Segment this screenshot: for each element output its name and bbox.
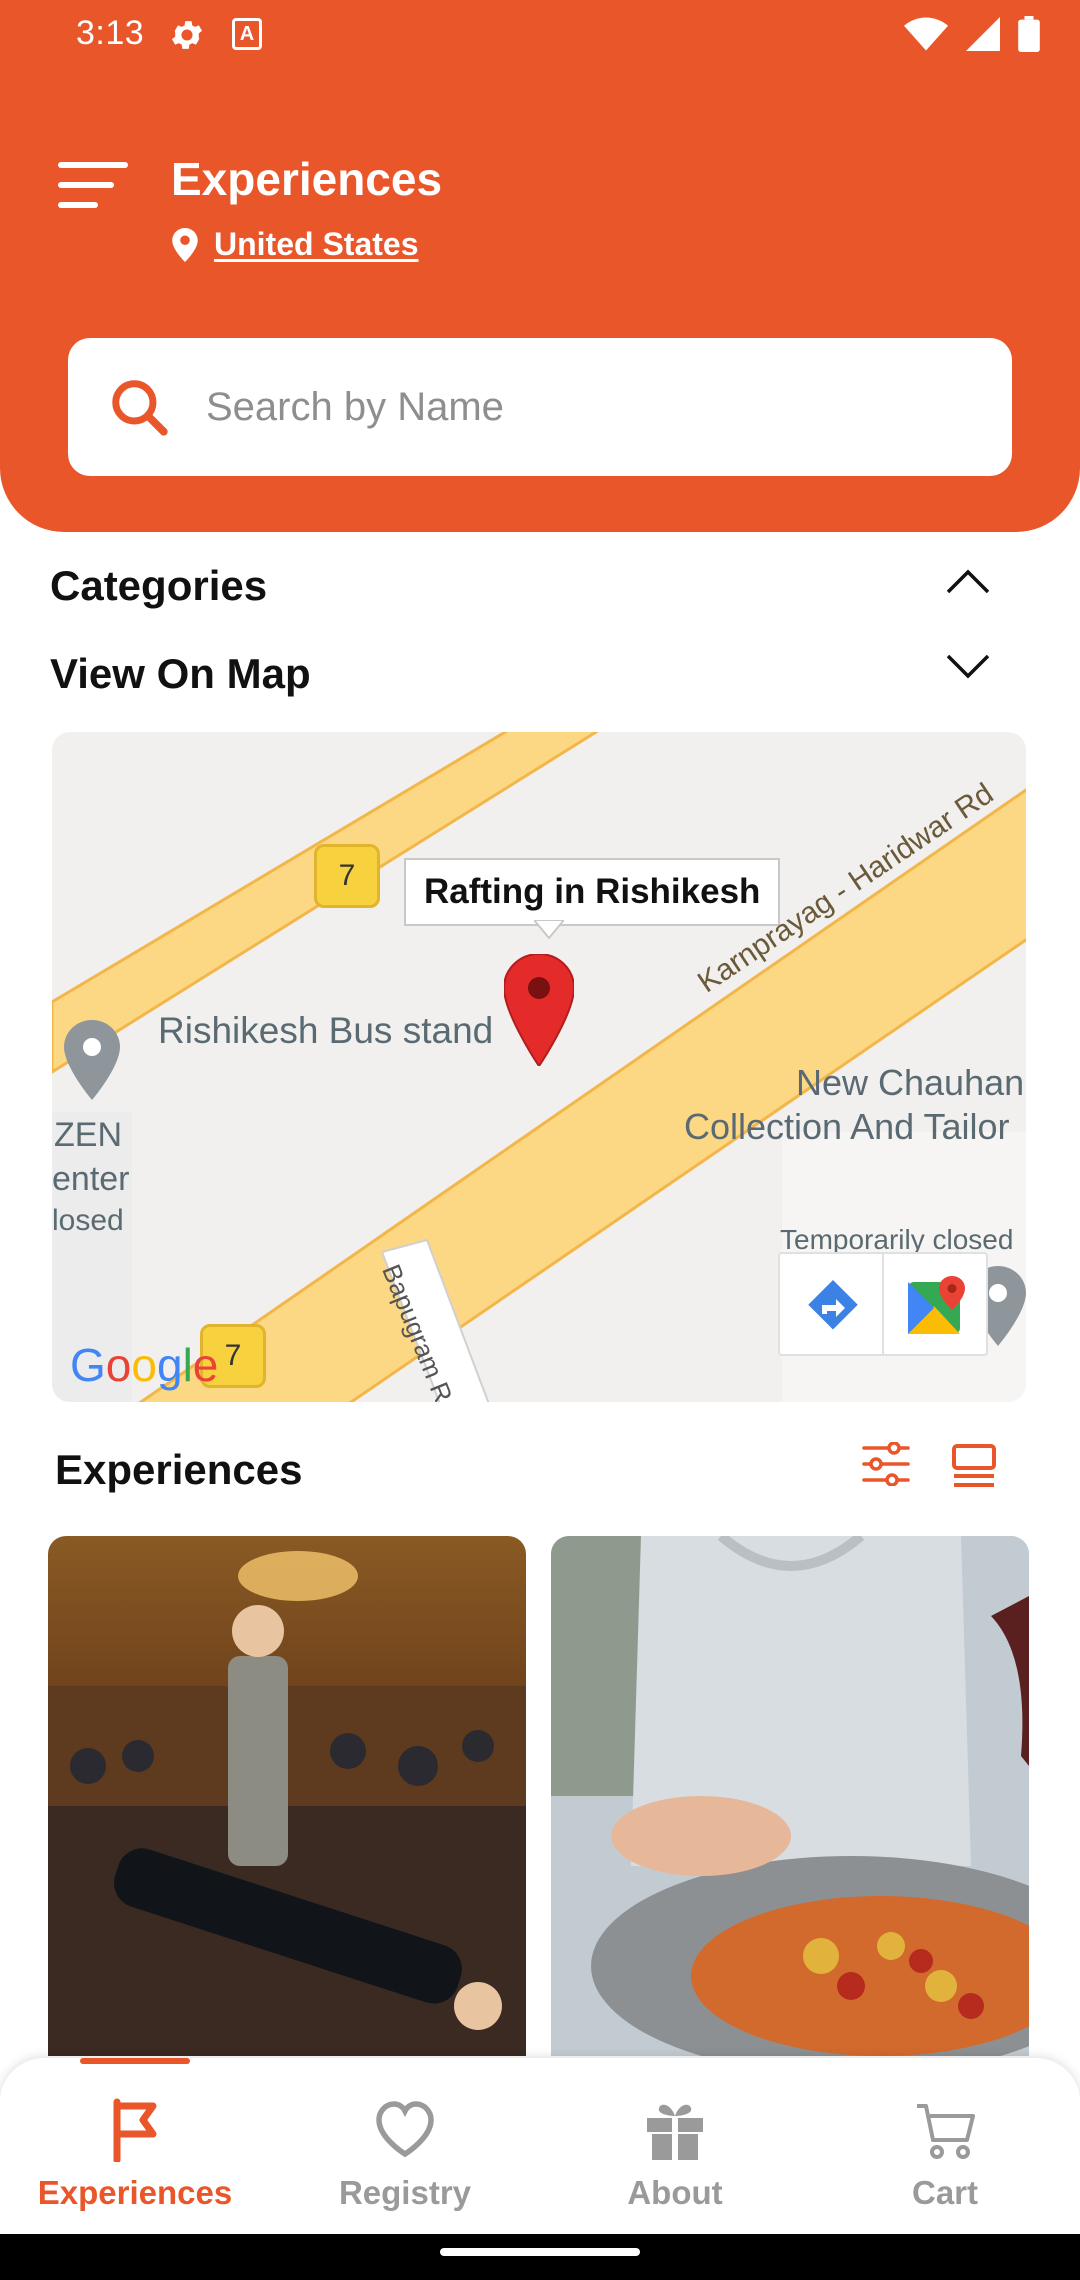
battery-icon	[1018, 16, 1040, 52]
cart-icon	[917, 2104, 975, 2159]
map-marker-icon[interactable]	[504, 954, 574, 1066]
header: 3:13 A Experiences United States	[0, 0, 1080, 532]
status-icons	[904, 16, 1040, 52]
map-label-zen-2: enter	[52, 1160, 130, 1198]
marker-callout[interactable]: Rafting in Rishikesh	[404, 858, 781, 926]
location-pin-icon	[172, 227, 198, 262]
nav-label: Cart	[911, 2174, 979, 2211]
directions-button[interactable]	[778, 1252, 884, 1356]
gift-icon	[647, 2104, 703, 2160]
page-title: Experiences	[171, 153, 443, 205]
menu-icon[interactable]	[58, 162, 128, 212]
nav-active-indicator	[80, 2058, 190, 2064]
location-text: United States	[214, 226, 419, 262]
status-time: 3:13	[76, 14, 145, 52]
system-nav-bar	[0, 2234, 1080, 2280]
map-label-bus-stand: Rishikesh Bus stand	[158, 1010, 494, 1051]
filter-icon[interactable]	[862, 1442, 910, 1486]
experience-card-image[interactable]	[551, 1536, 1029, 2056]
pizza-photo	[551, 1536, 1029, 2056]
search-icon	[112, 380, 168, 436]
flag-icon	[113, 2098, 157, 2162]
map-label-shop-1: New Chauhan	[796, 1062, 1025, 1103]
nav-about[interactable]: About	[540, 2058, 810, 2234]
map-label-zen-3: losed	[52, 1204, 124, 1237]
view-on-map-heading[interactable]: View On Map	[50, 650, 311, 698]
experience-card-image[interactable]	[48, 1536, 526, 2056]
search-bar[interactable]	[68, 338, 1012, 476]
list-view-icon[interactable]	[950, 1444, 998, 1488]
route-shield-top: 7	[314, 844, 380, 908]
callout-pointer	[534, 920, 564, 940]
open-in-maps-button[interactable]	[882, 1252, 988, 1356]
google-logo: Google	[70, 1339, 219, 1391]
google-maps-icon	[908, 1276, 965, 1334]
experiences-heading: Experiences	[55, 1446, 303, 1493]
chevron-down-icon[interactable]	[944, 652, 992, 682]
map-label-zen-1: ZEN	[54, 1116, 122, 1154]
signal-icon	[966, 17, 1000, 51]
map-label-shop-2: Collection And Tailor	[684, 1106, 1010, 1147]
home-handle[interactable]	[440, 2248, 640, 2256]
search-input[interactable]	[206, 368, 966, 446]
nav-cart[interactable]: Cart	[810, 2058, 1080, 2234]
nav-registry[interactable]: Registry	[270, 2058, 540, 2234]
wifi-icon	[904, 17, 948, 51]
status-bar: 3:13 A	[0, 0, 1080, 70]
heart-icon	[376, 2101, 434, 2158]
nav-experiences[interactable]: Experiences	[0, 2058, 270, 2234]
chevron-up-icon[interactable]	[944, 566, 992, 596]
gear-icon	[171, 21, 203, 49]
map-view[interactable]: 7 7 Rafting in Rishikesh Rishikesh Bus s…	[52, 732, 1026, 1402]
text-icon: A	[232, 18, 262, 50]
directions-icon	[808, 1279, 858, 1330]
bottom-nav: Experiences Registry About Cart	[0, 2058, 1080, 2234]
poi-pin-icon[interactable]	[64, 1020, 120, 1100]
location-link[interactable]: United States	[172, 226, 418, 263]
nav-label: Experiences	[37, 2174, 233, 2211]
categories-heading[interactable]: Categories	[50, 562, 267, 610]
nav-label: Registry	[338, 2174, 472, 2211]
nav-label: About	[627, 2174, 723, 2211]
event-photo	[48, 1551, 526, 2056]
